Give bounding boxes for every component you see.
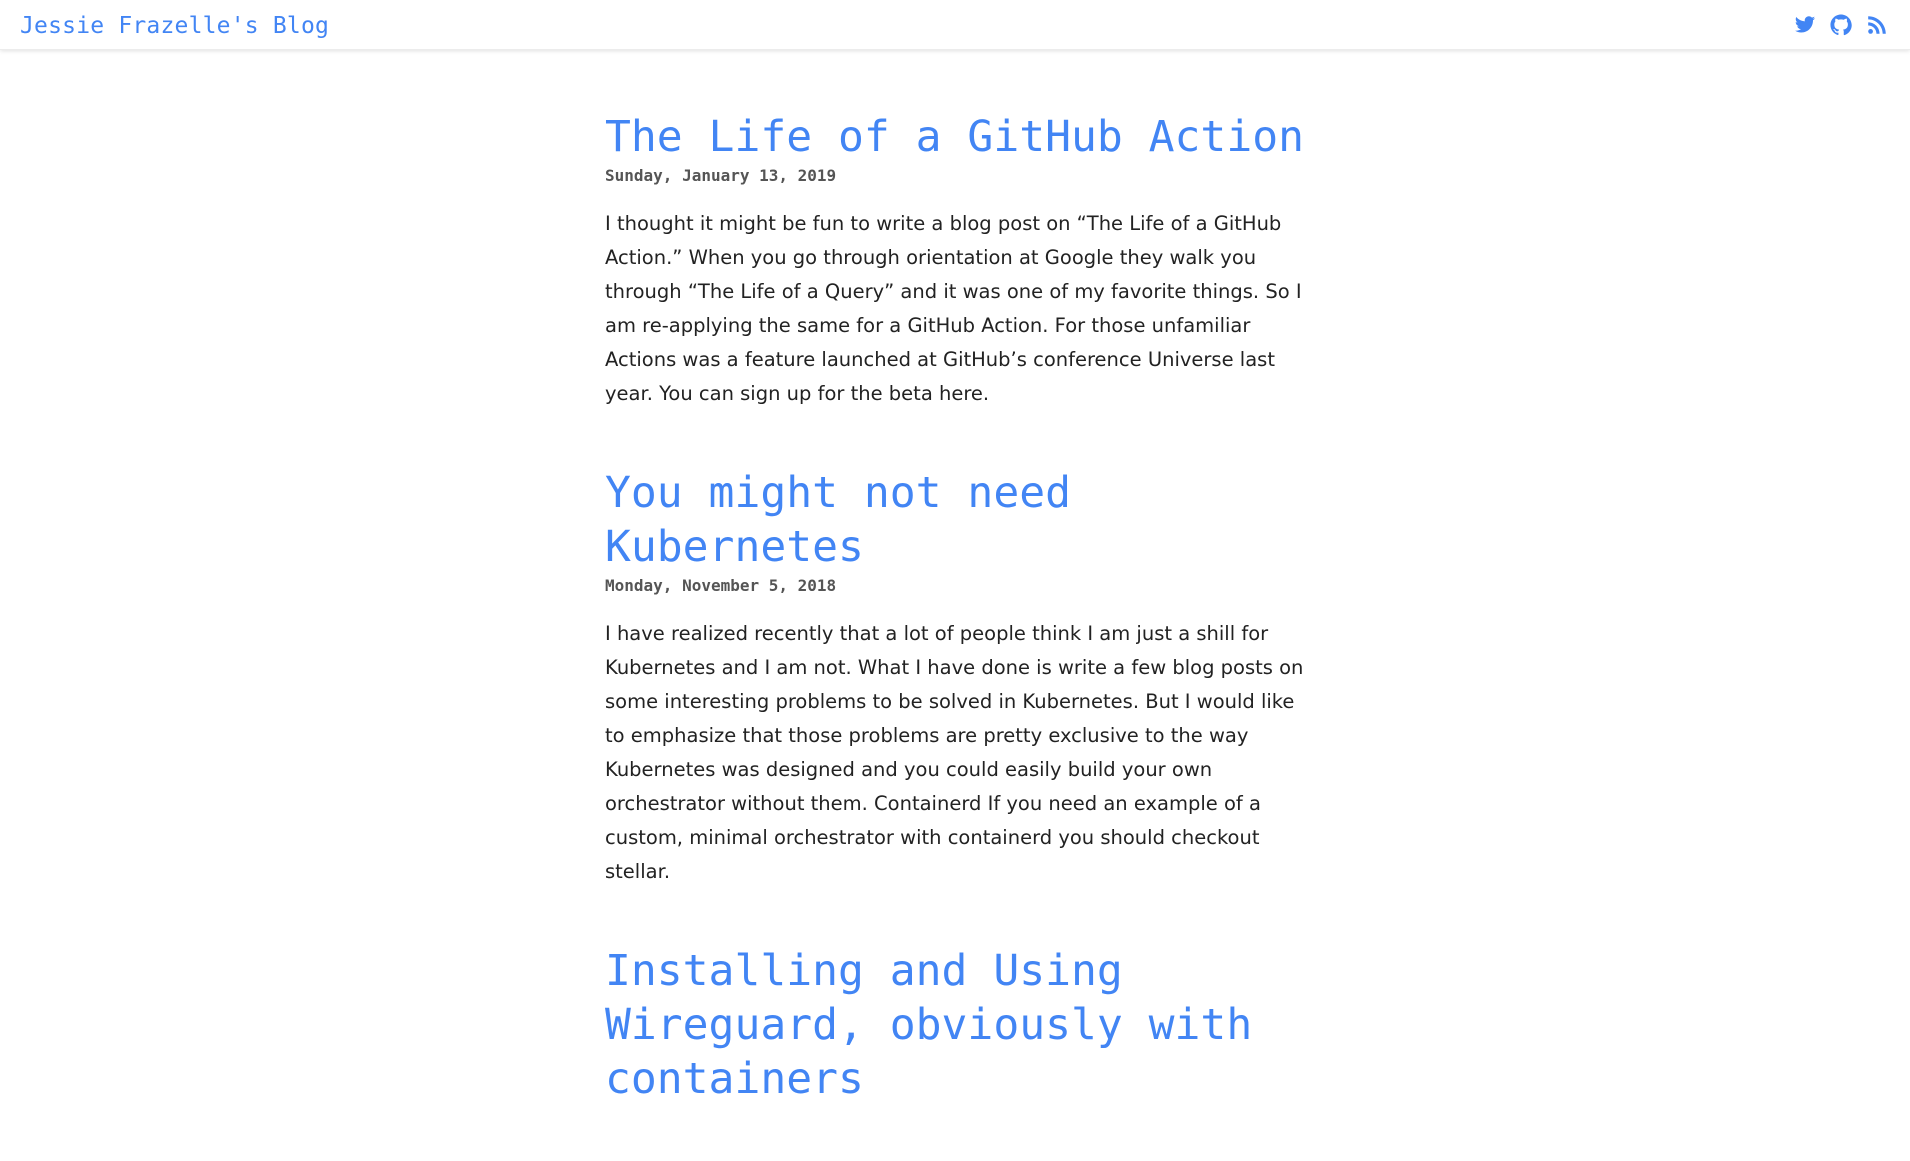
post-excerpt: I have realized recently that a lot of p… [605,622,1304,883]
rss-icon [1868,16,1886,34]
top-navbar: Jessie Frazelle's Blog [0,0,1910,50]
social-links [1794,14,1888,36]
post-date: Sunday, January 13, 2019 [605,166,837,185]
post-date: Monday, November 5, 2018 [605,576,837,595]
site-title-link[interactable]: Jessie Frazelle's Blog [20,13,329,39]
twitter-link[interactable] [1794,14,1816,36]
post-item: You might not need Kubernetes Monday, No… [605,466,1315,889]
post-title-link[interactable]: You might not need Kubernetes [605,466,1315,574]
github-link[interactable] [1830,14,1852,36]
post-title-link[interactable]: The Life of a GitHub Action [605,110,1315,164]
post-excerpt: I thought it might be fun to write a blo… [605,212,1302,405]
post-item: The Life of a GitHub Action Sunday, Janu… [605,110,1315,411]
post-title-link[interactable]: Installing and Using Wireguard, obviousl… [605,944,1315,1106]
post-item: Installing and Using Wireguard, obviousl… [605,944,1315,1106]
posts-list: The Life of a GitHub Action Sunday, Janu… [605,110,1315,1161]
twitter-icon [1794,16,1816,33]
github-icon [1830,14,1852,36]
rss-link[interactable] [1866,14,1888,36]
